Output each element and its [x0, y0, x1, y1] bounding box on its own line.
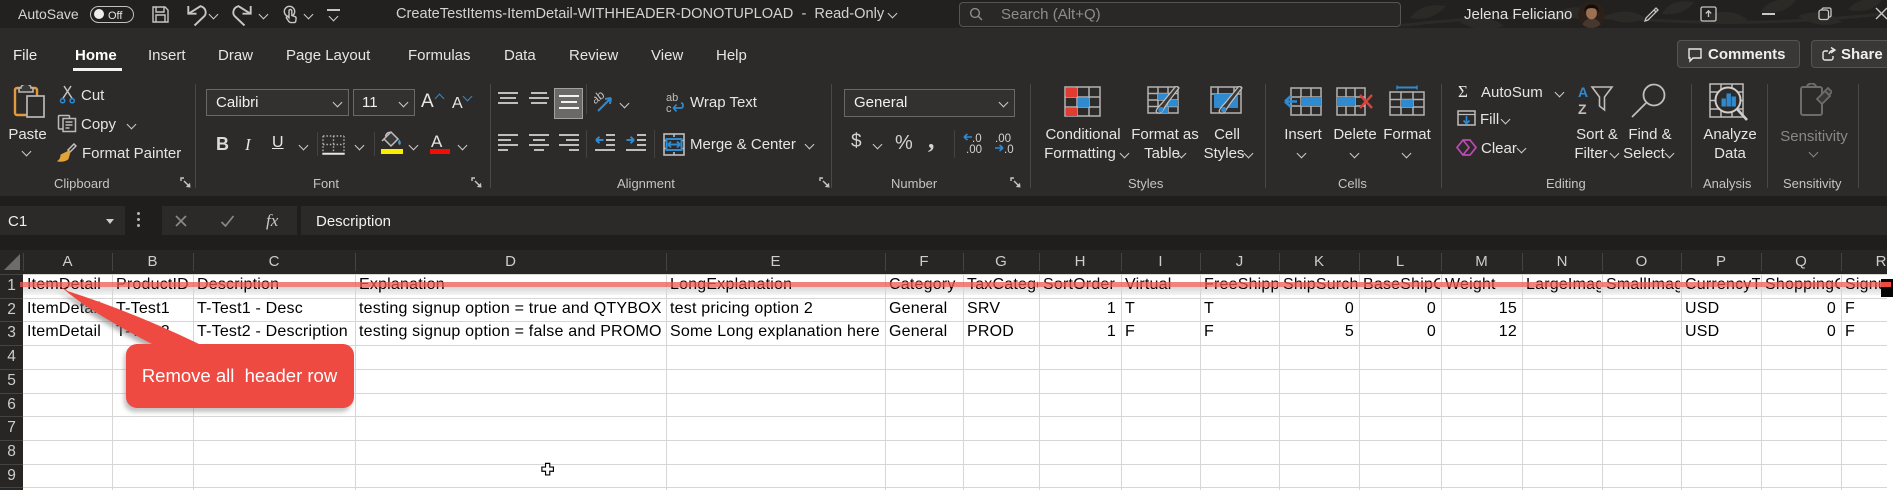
svg-text:c: c — [666, 103, 672, 114]
svg-text:.00: .00 — [966, 144, 982, 154]
svg-text:Z: Z — [1578, 101, 1587, 116]
svg-text:A: A — [1578, 84, 1588, 100]
svg-text:.0: .0 — [1004, 144, 1014, 154]
